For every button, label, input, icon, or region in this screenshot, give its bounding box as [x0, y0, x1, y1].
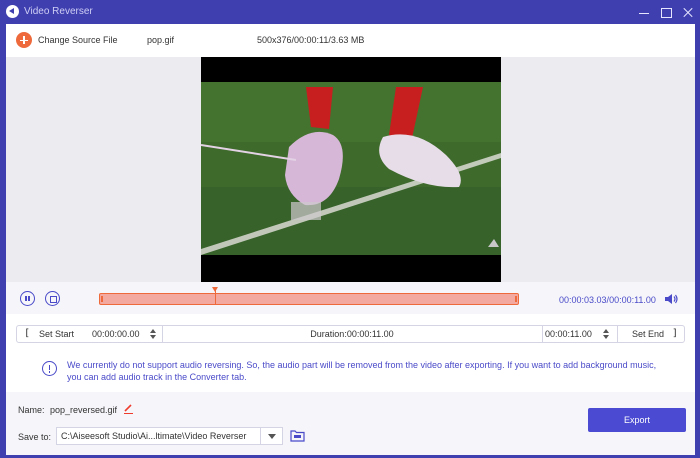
time-readout: 00:00:03.03/00:00:11.00	[559, 295, 656, 305]
save-to-label: Save to:	[18, 432, 52, 442]
trim-start-handle[interactable]	[101, 296, 103, 302]
video-reverser-window: Video Reverser Change Source File pop.gi…	[0, 0, 700, 458]
source-file-info: 500x376/00:00:11/3.63 MB	[257, 35, 365, 45]
video-frame-image	[201, 57, 501, 282]
stop-icon[interactable]	[45, 291, 60, 306]
open-folder-icon[interactable]	[290, 429, 305, 442]
title-bar: Video Reverser	[0, 0, 700, 24]
end-time-stepper[interactable]	[602, 327, 610, 341]
name-label: Name:	[18, 405, 45, 415]
trim-controls: [ Set Start 00:00:00.00 Duration:00:00:1…	[16, 325, 685, 343]
minimize-icon[interactable]	[636, 4, 652, 20]
pause-icon[interactable]	[20, 291, 35, 306]
source-bar: Change Source File pop.gif 500x376/00:00…	[6, 24, 695, 57]
audio-notice: We currently do not support audio revers…	[67, 360, 657, 382]
divider	[617, 326, 618, 342]
export-button[interactable]: Export	[588, 408, 686, 432]
window-title: Video Reverser	[24, 6, 93, 17]
duration-label: Duration:00:00:11.00	[310, 329, 394, 339]
add-file-icon[interactable]	[16, 32, 32, 48]
total-time: 00:00:11.00	[609, 295, 656, 305]
chevron-down-icon[interactable]	[260, 428, 282, 444]
save-path-select[interactable]: C:\Aiseesoft Studio\Ai...ltimate\Video R…	[56, 427, 283, 445]
output-settings: Name: pop_reversed.gif Save to: C:\Aisee…	[6, 392, 695, 455]
set-start-button[interactable]: Set Start	[39, 329, 74, 339]
info-icon	[42, 361, 57, 376]
maximize-icon[interactable]	[658, 4, 674, 20]
edit-pencil-icon[interactable]	[123, 403, 134, 414]
end-time-field[interactable]: 00:00:11.00	[545, 329, 592, 339]
trim-timeline[interactable]	[99, 287, 519, 305]
start-time-stepper[interactable]	[149, 327, 157, 341]
playback-bar: 00:00:03.03/00:00:11.00	[6, 282, 695, 314]
divider	[542, 326, 543, 342]
app-logo-icon	[6, 5, 19, 18]
current-time: 00:00:03.03	[559, 295, 607, 305]
video-preview	[201, 57, 501, 282]
output-name-field[interactable]: pop_reversed.gif	[50, 405, 117, 415]
close-icon[interactable]	[680, 4, 696, 20]
start-time-field[interactable]: 00:00:00.00	[92, 329, 140, 339]
playhead[interactable]	[212, 287, 218, 305]
main-content: Change Source File pop.gif 500x376/00:00…	[6, 24, 695, 455]
set-start-bracket-icon[interactable]: [	[24, 328, 30, 339]
save-path-value: C:\Aiseesoft Studio\Ai...ltimate\Video R…	[61, 431, 247, 441]
source-file-name: pop.gif	[147, 35, 175, 45]
trim-end-handle[interactable]	[515, 296, 517, 302]
preview-area	[6, 57, 695, 282]
volume-icon[interactable]	[664, 293, 678, 305]
change-source-file-button[interactable]: Change Source File	[38, 35, 118, 45]
set-end-bracket-icon[interactable]: ]	[672, 328, 678, 339]
set-end-button[interactable]: Set End	[632, 329, 664, 339]
